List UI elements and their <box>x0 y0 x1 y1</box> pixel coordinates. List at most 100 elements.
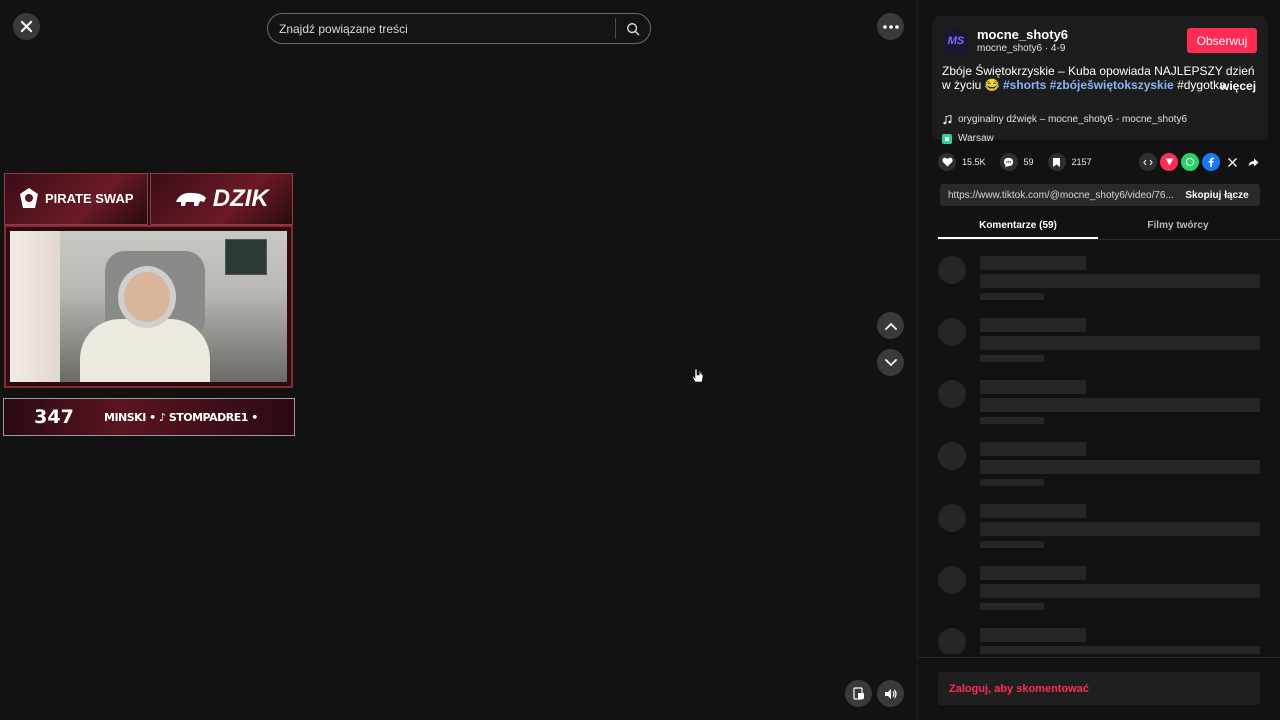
author-name[interactable]: mocne_shoty6 <box>977 27 1068 42</box>
comment-bubble-icon <box>999 153 1018 171</box>
search-input[interactable] <box>268 21 615 36</box>
skeleton-line <box>980 256 1086 270</box>
search-button[interactable] <box>616 14 650 43</box>
chevron-up-icon <box>884 322 897 330</box>
stream-counter: 347 <box>34 406 74 428</box>
music-row[interactable]: oryginalny dźwięk – mocne_shoty6 - mocne… <box>942 114 1187 125</box>
like-button[interactable]: 15.5K <box>938 153 986 171</box>
tab-creator-videos[interactable]: Filmy twórcy <box>1098 214 1258 239</box>
cam-poster <box>225 239 267 275</box>
more-options-button[interactable] <box>877 13 904 40</box>
skeleton-row <box>938 564 1260 626</box>
skeleton-avatar <box>938 318 966 346</box>
skeleton-avatar <box>938 442 966 470</box>
skeleton-avatar <box>938 380 966 408</box>
pip-icon <box>852 687 864 700</box>
share-icons <box>1139 153 1262 171</box>
facebook-icon[interactable] <box>1202 153 1220 171</box>
boar-logo-icon <box>175 192 206 206</box>
author-avatar[interactable]: MS <box>942 27 970 55</box>
comments-loading-skeleton <box>938 254 1260 654</box>
like-count: 15.5K <box>962 157 986 167</box>
divider <box>918 657 1280 658</box>
whatsapp-icon[interactable] <box>1181 153 1199 171</box>
skeleton-line <box>980 541 1044 548</box>
stream-sponsor-banner: PIRATE SWAP DZIK <box>4 173 293 225</box>
action-bar: 15.5K 59 2157 <box>938 152 1262 172</box>
hashtag-zboje[interactable]: #zbóješwiętokszyskie <box>1050 78 1174 92</box>
tiktok-video-page: PIRATE SWAP DZIK 347 MINSKI • ♪ STOMPADR… <box>0 0 1280 720</box>
volume-icon <box>884 688 897 699</box>
video-link-row: https://www.tiktok.com/@mocne_shoty6/vid… <box>940 184 1260 206</box>
skeleton-line <box>980 460 1260 474</box>
close-button[interactable] <box>13 13 40 40</box>
skeleton-line <box>980 293 1044 300</box>
search-bar <box>267 13 651 44</box>
next-video-button[interactable] <box>877 349 904 376</box>
skeleton-avatar <box>938 566 966 594</box>
skeleton-line <box>980 566 1086 580</box>
tab-comments[interactable]: Komentarze (59) <box>938 214 1098 239</box>
skeleton-avatar <box>938 256 966 284</box>
skeleton-line <box>980 398 1260 412</box>
close-icon <box>20 20 33 33</box>
music-label: oryginalny dźwięk – mocne_shoty6 - mocne… <box>958 114 1188 125</box>
skeleton-line <box>980 417 1044 424</box>
video-url-field[interactable]: https://www.tiktok.com/@mocne_shoty6/vid… <box>940 190 1174 201</box>
send-to-friends-icon[interactable] <box>1160 153 1178 171</box>
stream-ticker-text: MINSKI • ♪ STOMPADRE1 • <box>104 410 258 424</box>
sponsor-logo-b: DZIK <box>149 173 293 225</box>
video-info-card: MS mocne_shoty6 mocne_shoty6 · 4-9 Obser… <box>932 16 1268 144</box>
hand-cursor-icon <box>692 369 704 383</box>
cam-person-head <box>118 266 176 328</box>
more-dots-icon <box>882 24 899 29</box>
volume-button[interactable] <box>877 680 904 707</box>
skeleton-line <box>980 355 1044 362</box>
pirate-logo-icon <box>19 188 38 208</box>
video-description: Zbóje Świętokrzyskie – Kuba opowiada NAJ… <box>942 64 1260 92</box>
embed-icon[interactable] <box>1139 153 1157 171</box>
search-icon <box>627 22 640 35</box>
skeleton-row <box>938 440 1260 502</box>
sponsor-logo-a: PIRATE SWAP <box>4 173 148 225</box>
hashtag-shorts[interactable]: #shorts <box>1003 78 1046 92</box>
skeleton-line <box>980 318 1086 332</box>
skeleton-line <box>980 274 1260 288</box>
chevron-down-icon <box>884 358 897 366</box>
webcam-frame <box>4 225 293 388</box>
location-label: Warsaw <box>958 133 994 144</box>
location-pin-icon <box>942 133 952 144</box>
skeleton-line <box>980 336 1260 350</box>
sponsor-a-label: PIRATE SWAP <box>44 191 134 206</box>
skeleton-row <box>938 254 1260 316</box>
skeleton-row <box>938 316 1260 378</box>
previous-video-button[interactable] <box>877 312 904 339</box>
heart-icon <box>938 153 956 171</box>
bookmark-icon <box>1047 153 1066 171</box>
skeleton-line <box>980 504 1086 518</box>
cam-person-body <box>80 319 210 382</box>
skeleton-row <box>938 626 1260 654</box>
description-more-link[interactable]: więcej <box>1220 79 1256 93</box>
panel-tabs: Komentarze (59) Filmy twórcy <box>938 214 1280 240</box>
stream-ticker-bar: 347 MINSKI • ♪ STOMPADRE1 • <box>3 398 295 436</box>
skeleton-line <box>980 584 1260 598</box>
share-arrow-icon[interactable] <box>1244 153 1262 171</box>
login-to-comment-button[interactable]: Zaloguj, aby skomentować <box>938 672 1260 705</box>
location-row[interactable]: Warsaw <box>942 133 994 144</box>
skeleton-line <box>980 442 1086 456</box>
skeleton-line <box>980 603 1044 610</box>
x-twitter-icon[interactable] <box>1223 153 1241 171</box>
skeleton-row <box>938 502 1260 564</box>
skeleton-row <box>938 378 1260 440</box>
skeleton-line <box>980 628 1086 642</box>
follow-button[interactable]: Obserwuj <box>1187 28 1257 53</box>
video-area[interactable]: PIRATE SWAP DZIK 347 MINSKI • ♪ STOMPADR… <box>0 0 917 720</box>
save-button[interactable]: 2157 <box>1047 153 1092 171</box>
skeleton-avatar <box>938 504 966 532</box>
sponsor-b-label: DZIK <box>212 185 269 212</box>
comment-button[interactable]: 59 <box>999 153 1034 171</box>
picture-in-picture-button[interactable] <box>845 680 872 707</box>
cam-window <box>10 231 60 382</box>
copy-link-button[interactable]: Skopiuj łącze <box>1174 190 1260 201</box>
